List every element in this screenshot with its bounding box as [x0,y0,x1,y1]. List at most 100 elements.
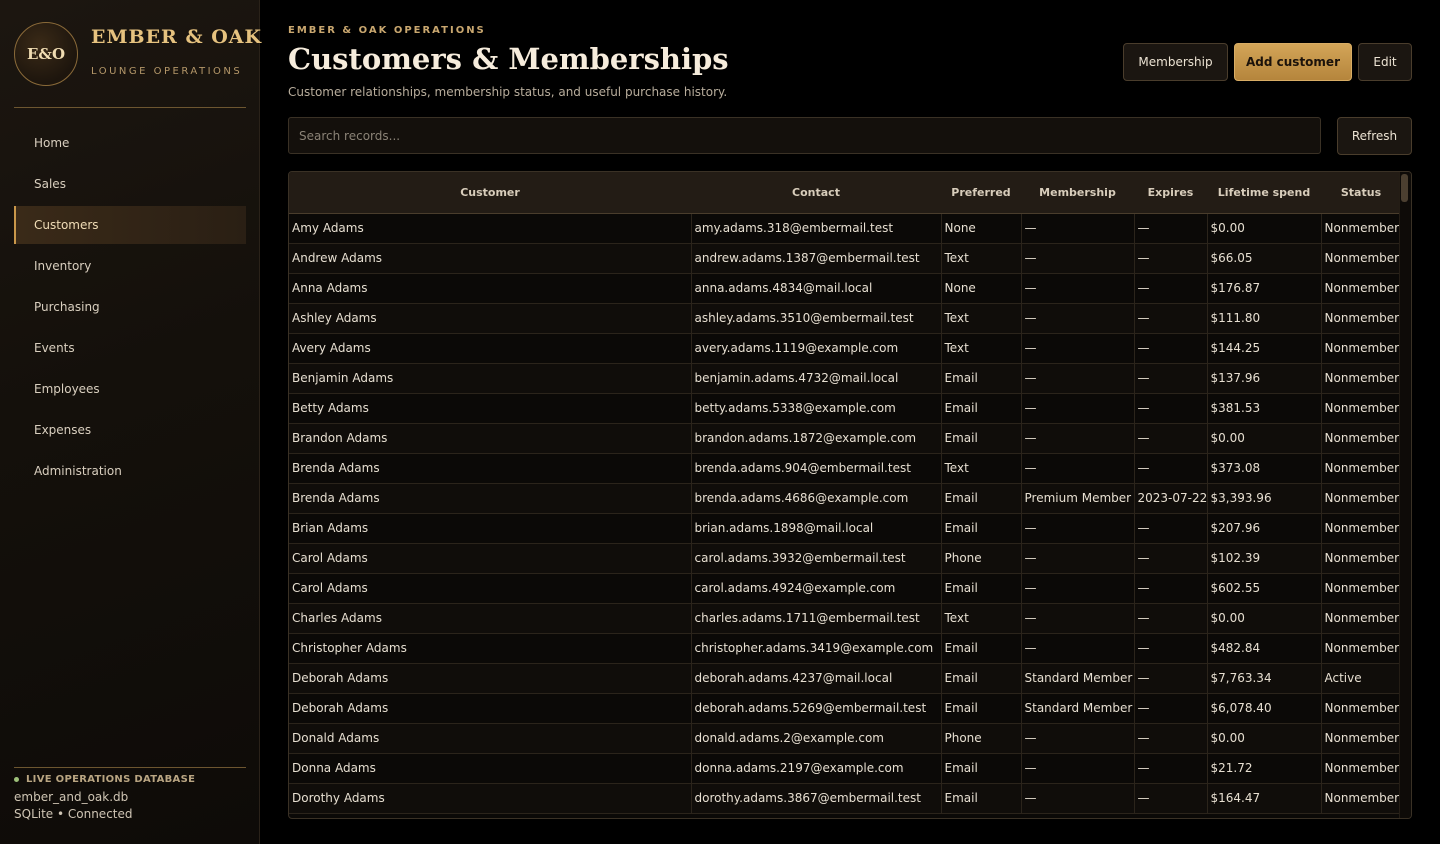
table-row[interactable]: Benjamin Adams benjamin.adams.4732@mail.l… [289,363,1401,394]
table-cell-customer: Deborah Adams [289,693,692,724]
table-scrollbar-track[interactable] [1399,172,1411,818]
sidebar-item-home[interactable]: Home [14,124,246,162]
table-row[interactable]: Christopher Adams christopher.adams.3419@… [289,633,1401,664]
sidebar-item-administration[interactable]: Administration [14,452,246,490]
search-input[interactable] [288,117,1321,154]
table-cell-lifetime-spend: $164.47 [1207,783,1322,814]
table-cell-lifetime-spend: $381.53 [1207,393,1322,424]
sidebar-item-sales[interactable]: Sales [14,165,246,203]
table-row[interactable]: Brenda Adams brenda.adams.904@embermail.t… [289,453,1401,484]
table-cell-membership: — [1021,243,1135,274]
table-cell-preferred: Email [941,753,1022,784]
table-cell-expires: — [1134,363,1208,394]
table-cell-expires: — [1134,693,1208,724]
column-header-contact[interactable]: Contact [691,172,941,214]
table-cell-preferred: Phone [941,723,1022,754]
sidebar-item-label: Sales [34,177,66,191]
table-row[interactable]: Charles Adams charles.adams.1711@embermai… [289,603,1401,634]
brand: E&O EMBER & OAK LOUNGE OPERATIONS [14,22,261,108]
table-cell-status: Active [1321,663,1401,694]
table-cell-contact: donna.adams.2197@example.com [691,753,942,784]
column-header-membership[interactable]: Membership [1021,172,1134,214]
logo: E&O [14,22,78,86]
table-cell-customer: Deborah Adams [289,663,692,694]
edit-button[interactable]: Edit [1358,43,1412,81]
table-cell-preferred: Email [941,783,1022,814]
table-row[interactable]: Deborah Adams deborah.adams.5269@embermai… [289,693,1401,724]
table-cell-customer: Ashley Adams [289,303,692,334]
table-cell-expires: — [1134,663,1208,694]
table-cell-customer: Dorothy Adams [289,783,692,814]
column-header-customer[interactable]: Customer [289,172,691,214]
table-cell-status: Nonmember [1321,333,1401,364]
table-cell-customer: Carol Adams [289,573,692,604]
column-header-status[interactable]: Status [1321,172,1401,214]
table-cell-customer: Benjamin Adams [289,363,692,394]
table-cell-lifetime-spend: $111.80 [1207,303,1322,334]
table-row[interactable]: Deborah Adams deborah.adams.4237@mail.loc… [289,663,1401,694]
table-row[interactable]: Carol Adams carol.adams.3932@embermail.te… [289,543,1401,574]
sidebar-item-customers[interactable]: Customers [14,206,246,244]
sidebar-item-label: Employees [34,382,100,396]
table-cell-lifetime-spend: $137.96 [1207,363,1322,394]
page-subtitle: Customer relationships, membership statu… [288,85,728,99]
sidebar-nav: Home Sales Customers Inventory Purchasing Eve… [14,124,246,493]
column-header-preferred[interactable]: Preferred [941,172,1021,214]
table-cell-contact: deborah.adams.5269@embermail.test [691,693,942,724]
sidebar-item-label: Customers [34,218,99,232]
sidebar-item-label: Administration [34,464,122,478]
membership-button[interactable]: Membership [1123,43,1228,81]
table-cell-status: Nonmember [1321,633,1401,664]
table-cell-expires: — [1134,333,1208,364]
table-cell-expires: — [1134,423,1208,454]
table-cell-preferred: Text [941,333,1022,364]
add-customer-button[interactable]: Add customer [1234,43,1352,81]
sidebar-item-label: Home [34,136,70,150]
table-cell-contact: christopher.adams.3419@example.com [691,633,942,664]
table-row[interactable]: Brenda Adams brenda.adams.4686@example.co… [289,483,1401,514]
table-row[interactable]: Carol Adams carol.adams.4924@example.com E… [289,573,1401,604]
table-cell-expires: — [1134,243,1208,274]
table-cell-expires: — [1134,753,1208,784]
table-cell-membership: Standard Member [1021,693,1135,724]
table-scrollbar-thumb[interactable] [1401,174,1408,202]
sidebar-item-expenses[interactable]: Expenses [14,411,246,449]
table-cell-lifetime-spend: $373.08 [1207,453,1322,484]
table-cell-membership: — [1021,723,1135,754]
table-row[interactable]: Ashley Adams ashley.adams.3510@embermail.… [289,303,1401,334]
column-header-lifetime-spend[interactable]: Lifetime spend [1207,172,1321,214]
table-cell-expires: — [1134,783,1208,814]
table-row[interactable]: Brandon Adams brandon.adams.1872@example.… [289,423,1401,454]
table-row[interactable]: Donald Adams donald.adams.2@example.com Ph… [289,723,1401,754]
table-cell-membership: — [1021,573,1135,604]
table-cell-status: Nonmember [1321,213,1401,244]
table-row[interactable]: Anna Adams anna.adams.4834@mail.local None… [289,273,1401,304]
table-row[interactable]: Betty Adams betty.adams.5338@example.com E… [289,393,1401,424]
table-cell-membership: — [1021,273,1135,304]
column-header-expires[interactable]: Expires [1134,172,1207,214]
table-cell-status: Nonmember [1321,783,1401,814]
table-row[interactable]: Andrew Adams andrew.adams.1387@embermail.… [289,243,1401,274]
table-row[interactable]: Avery Adams avery.adams.1119@example.com T… [289,333,1401,364]
table-cell-lifetime-spend: $7,763.34 [1207,663,1322,694]
table-cell-lifetime-spend: $0.00 [1207,723,1322,754]
sidebar-item-events[interactable]: Events [14,329,246,367]
refresh-button[interactable]: Refresh [1337,117,1412,155]
table-row[interactable]: Amy Adams amy.adams.318@embermail.test Non… [289,213,1401,244]
table-cell-contact: amy.adams.318@embermail.test [691,213,942,244]
page-title: Customers & Memberships [288,42,729,76]
customers-table: Customer Contact Preferred Membership Expire… [288,171,1412,819]
table-cell-status: Nonmember [1321,543,1401,574]
table-row[interactable]: Dorothy Adams dorothy.adams.3867@embermai… [289,783,1401,814]
table-cell-expires: — [1134,513,1208,544]
table-cell-lifetime-spend: $144.25 [1207,333,1322,364]
sidebar-item-purchasing[interactable]: Purchasing [14,288,246,326]
table-row[interactable]: Donna Adams donna.adams.2197@example.com E… [289,753,1401,784]
table-header-row: Customer Contact Preferred Membership Expire… [289,172,1401,214]
table-cell-membership: — [1021,753,1135,784]
table-cell-membership: — [1021,543,1135,574]
table-cell-customer: Anna Adams [289,273,692,304]
sidebar-item-inventory[interactable]: Inventory [14,247,246,285]
table-row[interactable]: Brian Adams brian.adams.1898@mail.local Em… [289,513,1401,544]
sidebar-item-employees[interactable]: Employees [14,370,246,408]
